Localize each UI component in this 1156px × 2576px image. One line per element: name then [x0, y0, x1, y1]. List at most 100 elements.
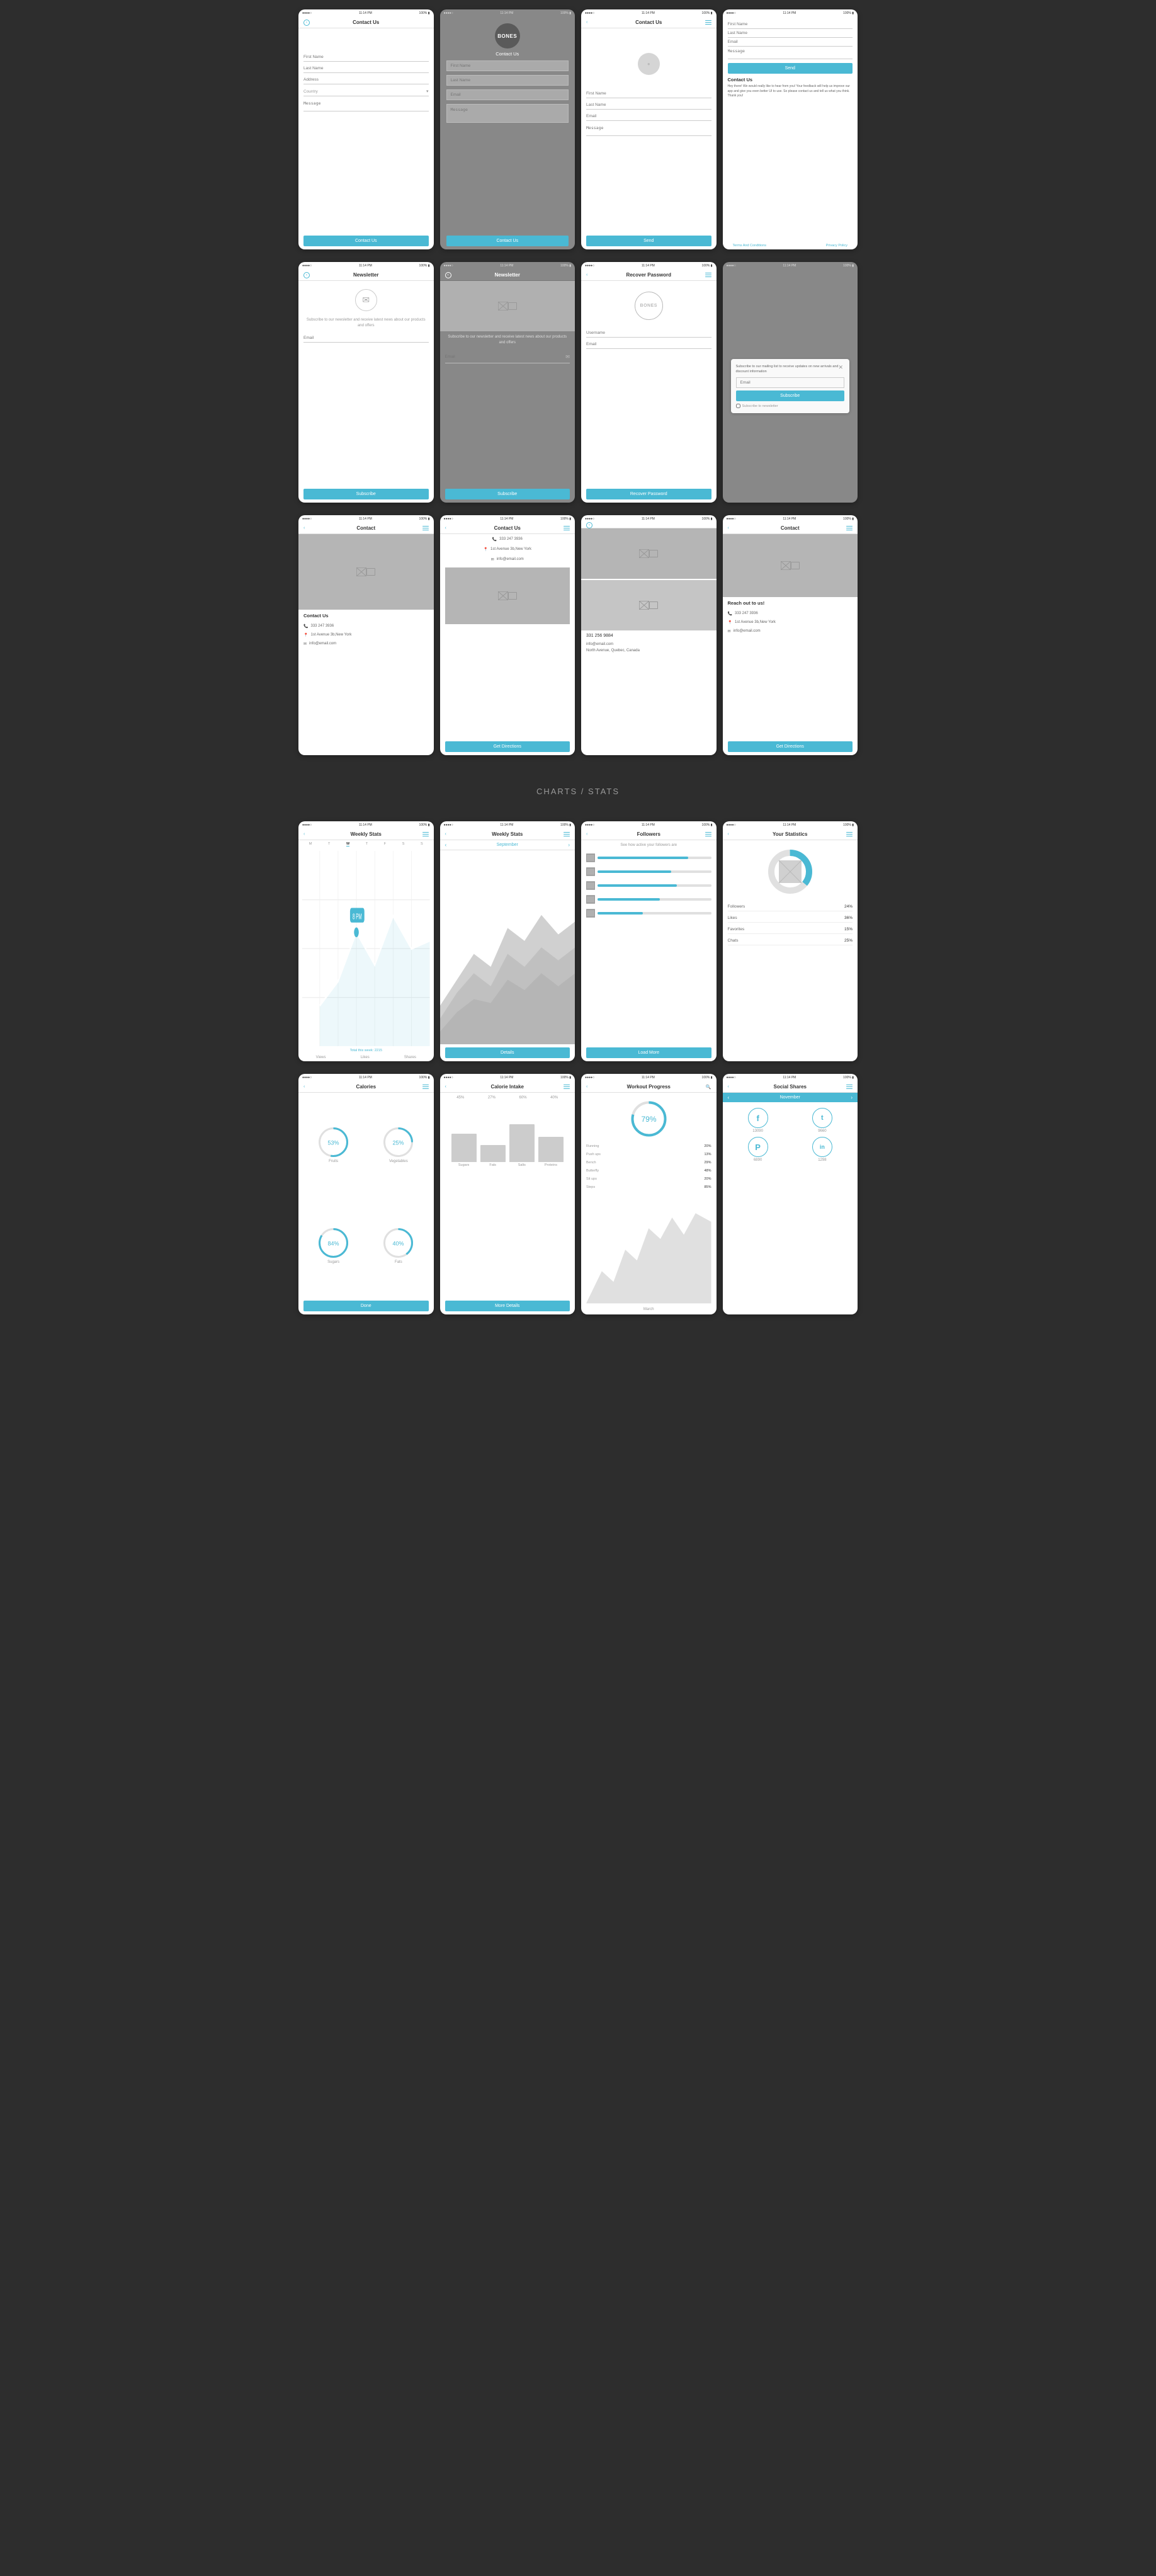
send-btn-3[interactable]: Send	[586, 236, 711, 246]
content-16: Followers 24% Likes 36% Favorites 15% Ch…	[723, 840, 858, 1061]
last-name-field-1[interactable]	[303, 64, 429, 73]
directions-btn-10[interactable]: Get Directions	[445, 741, 570, 752]
bones-message[interactable]	[446, 104, 569, 123]
message-3[interactable]	[586, 123, 711, 136]
prev-month-14[interactable]: ‹	[445, 842, 447, 848]
status-bar-14: ●●●●○ 11:14 PM 100% ▮	[440, 821, 575, 829]
back-20[interactable]: ‹	[728, 1085, 729, 1089]
directions-btn-12[interactable]: Get Directions	[728, 741, 853, 752]
email-10: ✉ info@email.com	[445, 557, 570, 562]
bones-email[interactable]	[446, 89, 569, 100]
menu-17[interactable]	[422, 1085, 429, 1089]
username-7[interactable]	[586, 329, 711, 338]
status-bar-4: ●●●●○ 11:14 PM 100% ▮	[723, 9, 858, 17]
email-3[interactable]	[586, 112, 711, 121]
linkedin-count: 1298	[818, 1158, 826, 1162]
menu-16[interactable]	[846, 832, 853, 836]
follower-avatar-2	[586, 867, 595, 876]
menu-15[interactable]	[705, 832, 711, 836]
back-17[interactable]: ‹	[303, 1085, 305, 1089]
fn-4[interactable]	[728, 20, 853, 29]
social-twitter: t 9660	[792, 1108, 853, 1133]
back-14[interactable]: ‹	[445, 832, 446, 836]
phone-followers: ●●●●○ 11:14 PM 100% ▮ ‹ Followers See ho…	[581, 821, 717, 1061]
privacy-link[interactable]: Privacy Policy	[826, 244, 847, 248]
popup-subscribe-btn[interactable]: Subscribe	[736, 390, 845, 401]
email-icon-6: ✉	[565, 354, 570, 360]
back-6[interactable]: ‹	[445, 272, 451, 278]
subscribe-btn-6[interactable]: Subscribe	[445, 489, 570, 499]
reach-label-12: Reach out to us!	[728, 600, 853, 606]
back-5[interactable]: ‹	[303, 272, 310, 278]
ln-4[interactable]	[728, 29, 853, 38]
menu-13[interactable]	[422, 832, 429, 836]
line-chart-13: 8 PM	[298, 848, 434, 1049]
next-month-20[interactable]: ›	[851, 1095, 853, 1100]
popup-email[interactable]	[736, 377, 845, 388]
back-12[interactable]: ‹	[728, 526, 729, 530]
back-3[interactable]: ‹	[586, 20, 587, 25]
menu-18[interactable]	[564, 1085, 570, 1089]
nav-bar-1: ‹ Contact Us	[298, 17, 434, 28]
menu-20[interactable]	[846, 1085, 853, 1089]
details-btn-14[interactable]: Details	[445, 1047, 570, 1058]
first-name-3[interactable]	[586, 89, 711, 98]
bones-contact-btn[interactable]: Contact Us	[446, 236, 569, 246]
twitter-icon: t	[812, 1108, 832, 1128]
bones-logo-7: BONES	[635, 292, 663, 320]
newsletter-popup-box: ✕ Subscribe to our mailing list to recei…	[731, 359, 850, 414]
popup-checkbox[interactable]	[736, 404, 740, 408]
back-10[interactable]: ‹	[445, 526, 446, 530]
back-13[interactable]: ‹	[303, 832, 305, 836]
last-name-3[interactable]	[586, 101, 711, 110]
nav-title-19: Workout Progress	[627, 1084, 671, 1090]
search-19[interactable]: 🔍	[706, 1085, 711, 1090]
nav-title-9: Contact	[356, 525, 375, 531]
more-details-btn-18[interactable]: More Details	[445, 1301, 570, 1311]
em-4[interactable]	[728, 38, 853, 47]
back-9[interactable]: ‹	[303, 526, 305, 530]
follower-bar-4	[598, 898, 711, 901]
back-7[interactable]: ‹	[586, 273, 587, 277]
menu-7[interactable]	[705, 273, 711, 277]
send-btn-4[interactable]: Send	[728, 63, 853, 74]
phone-newsletter-1: ●●●●○ 11:14 PM 100% ▮ ‹ Newsletter ✉ Sub…	[298, 262, 434, 502]
email-newsletter-5[interactable]	[303, 334, 429, 343]
back-18[interactable]: ‹	[445, 1085, 446, 1089]
terms-row-4: Terms And Conditions Privacy Policy	[728, 242, 853, 249]
address-field-1[interactable]	[303, 76, 429, 84]
recover-btn-7[interactable]: Recover Password	[586, 489, 711, 499]
email-7[interactable]	[586, 340, 711, 349]
prev-month-20[interactable]: ‹	[728, 1095, 730, 1100]
contact-btn-1[interactable]: Contact Us	[303, 236, 429, 246]
week-header-13: M T W T F S S	[298, 840, 434, 848]
back-15[interactable]: ‹	[586, 832, 587, 836]
menu-10[interactable]	[564, 526, 570, 530]
bones-first-name[interactable]	[446, 60, 569, 71]
bones-last-name[interactable]	[446, 75, 569, 86]
next-month-14[interactable]: ›	[568, 842, 570, 848]
terms-link[interactable]: Terms And Conditions	[733, 244, 767, 248]
follower-row-1	[586, 853, 711, 862]
back-16[interactable]: ‹	[728, 832, 729, 836]
email-newsletter-6[interactable]	[445, 353, 564, 361]
country-select-1[interactable]: Country ▾	[303, 87, 429, 96]
menu-14[interactable]	[564, 832, 570, 836]
msg-4[interactable]	[728, 47, 853, 59]
menu-3[interactable]	[705, 20, 711, 25]
bar-pct-labels-18: 45% 27% 60% 40%	[445, 1096, 570, 1100]
back-11[interactable]: ‹	[586, 522, 592, 528]
nav-back-circle-1[interactable]: ‹	[303, 20, 310, 26]
sugars-label: Sugars	[327, 1260, 339, 1264]
message-field-1[interactable]	[303, 99, 429, 111]
first-name-field-1[interactable]	[303, 53, 429, 62]
signal-1: ●●●●○	[302, 11, 312, 15]
done-btn-17[interactable]: Done	[303, 1301, 429, 1311]
subscribe-btn-5[interactable]: Subscribe	[303, 489, 429, 499]
menu-9[interactable]	[422, 526, 429, 530]
back-19[interactable]: ‹	[586, 1085, 587, 1089]
nav-title-6: Newsletter	[495, 272, 520, 278]
close-popup-btn[interactable]: ✕	[838, 364, 843, 371]
menu-12[interactable]	[846, 526, 853, 530]
load-more-btn-15[interactable]: Load More	[586, 1047, 711, 1058]
